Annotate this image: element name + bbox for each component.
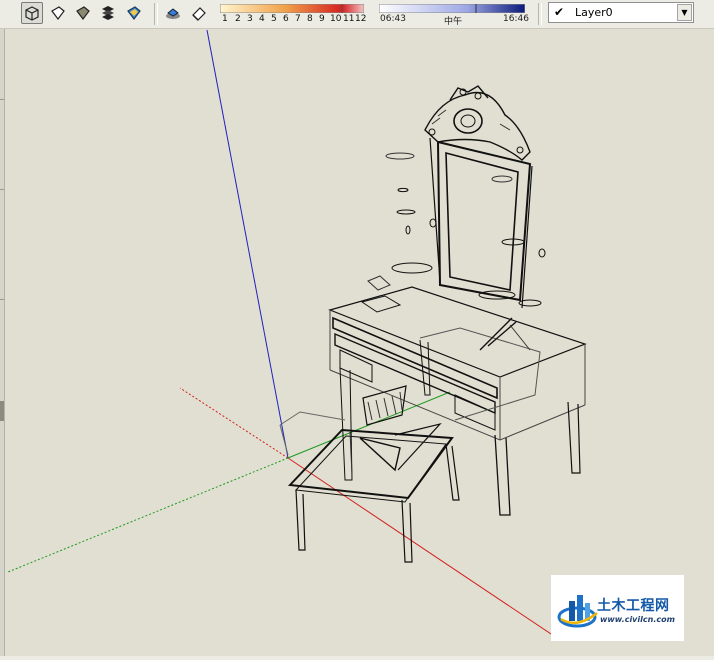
watermark-logo: 土木工程网 www.civilcn.com — [551, 575, 684, 641]
scene-drawing — [7, 29, 587, 641]
watermark-url: www.civilcn.com — [600, 615, 675, 624]
light-tick-label: 3 — [247, 14, 253, 24]
light-tick-label: 7 — [295, 14, 301, 24]
light-tick-label: 12 — [355, 14, 367, 24]
layer-select[interactable]: ✔ Layer0 ▼ — [548, 2, 694, 23]
fog-eraser-icon[interactable] — [188, 2, 210, 24]
chevron-down-icon[interactable]: ▼ — [677, 4, 692, 21]
toolbar-separator — [538, 3, 542, 25]
light-tick-label: 8 — [307, 14, 313, 24]
time-noon-label: 中午 — [444, 17, 463, 27]
light-intensity-slider[interactable] — [220, 4, 364, 13]
shaded-style-icon[interactable] — [72, 2, 94, 24]
blue-axis — [206, 29, 289, 459]
light-tick-label: 5 — [271, 14, 277, 24]
time-start-label: 06:43 — [380, 14, 406, 24]
layers-stack-icon[interactable] — [97, 2, 119, 24]
red-axis — [287, 457, 561, 641]
red-axis-negative — [179, 387, 289, 459]
wireframe-style-icon[interactable] — [47, 2, 69, 24]
light-tick-label: 10 — [330, 14, 342, 24]
top-toolbar: 1 2 3 4 5 6 7 8 9 10 11 12 06:43 中午 16:46 ✔ Layer0 … — [0, 0, 714, 29]
time-end-label: 16:46 — [503, 14, 529, 24]
toolbar-separator — [154, 3, 158, 25]
light-tick-label: 1 — [222, 14, 228, 24]
light-tick-label: 2 — [235, 14, 241, 24]
time-of-day-slider[interactable] — [379, 4, 525, 13]
watermark-title: 土木工程网 — [597, 598, 670, 614]
building-logo-icon — [557, 595, 598, 628]
shaded-texture-icon[interactable] — [123, 2, 145, 24]
vanity-table-model — [279, 85, 587, 563]
light-tick-label: 6 — [283, 14, 289, 24]
light-tick-label: 4 — [259, 14, 265, 24]
light-tick-label: 9 — [319, 14, 325, 24]
checkmark-icon: ✔ — [554, 5, 565, 19]
modeling-viewport[interactable] — [5, 29, 714, 656]
shadows-toggle-icon[interactable] — [162, 2, 184, 24]
layer-name: Layer0 — [575, 6, 613, 19]
xray-style-icon[interactable] — [21, 2, 43, 24]
green-axis-negative — [7, 457, 289, 573]
light-tick-label: 11 — [343, 14, 355, 24]
